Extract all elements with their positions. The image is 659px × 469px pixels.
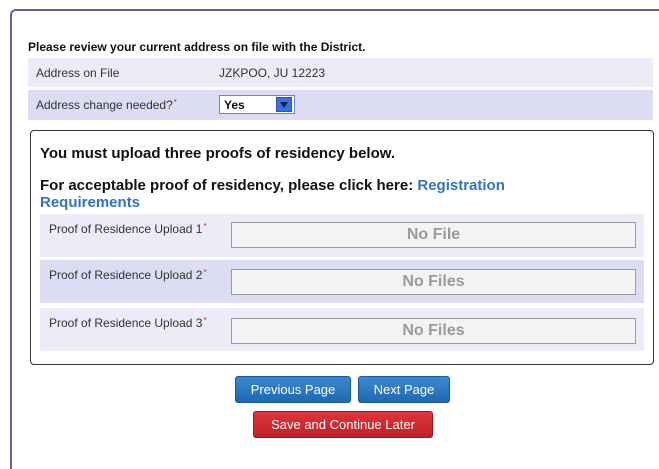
intro-text: Please review your current address on fi… [28,40,366,54]
required-asterisk: * [203,316,207,325]
address-change-row: Address change needed?* Yes [28,90,653,120]
proof-instructions: For acceptable proof of residency, pleas… [40,177,580,211]
file-upload-field-1[interactable]: No File [231,222,636,248]
upload-section: You must upload three proofs of residenc… [30,130,654,365]
required-asterisk: * [203,268,207,277]
required-asterisk: * [203,222,207,231]
next-page-button[interactable]: Next Page [358,376,450,403]
address-change-selected-value: Yes [224,98,245,112]
previous-page-button[interactable]: Previous Page [235,376,351,403]
file-upload-field-2[interactable]: No Files [231,269,636,295]
address-on-file-row: Address on File JZKPOO, JU 12223 [28,58,653,87]
file-upload-field-3[interactable]: No Files [231,318,636,344]
upload-label-1-text: Proof of Residence Upload 1 [49,222,203,236]
address-change-label: Address change needed?* [36,98,177,112]
dropdown-arrow-icon[interactable] [276,97,292,112]
save-and-continue-later-button[interactable]: Save and Continue Later [253,411,433,438]
address-on-file-label: Address on File [36,66,120,80]
upload-label-3: Proof of Residence Upload 3* [49,316,207,330]
upload-heading: You must upload three proofs of residenc… [40,145,396,162]
upload-row-2: Proof of Residence Upload 2* No Files [40,260,644,303]
upload-row-3: Proof of Residence Upload 3* No Files [40,308,644,351]
required-asterisk: * [173,98,177,107]
proof-instructions-text: For acceptable proof of residency, pleas… [40,177,414,194]
address-change-select[interactable]: Yes [219,95,295,114]
upload-label-2: Proof of Residence Upload 2* [49,268,207,282]
upload-label-1: Proof of Residence Upload 1* [49,222,207,236]
upload-label-3-text: Proof of Residence Upload 3 [49,316,203,330]
address-on-file-value: JZKPOO, JU 12223 [219,66,326,80]
address-change-label-text: Address change needed? [36,98,173,112]
upload-row-1: Proof of Residence Upload 1* No File [40,214,644,257]
upload-label-2-text: Proof of Residence Upload 2 [49,268,203,282]
